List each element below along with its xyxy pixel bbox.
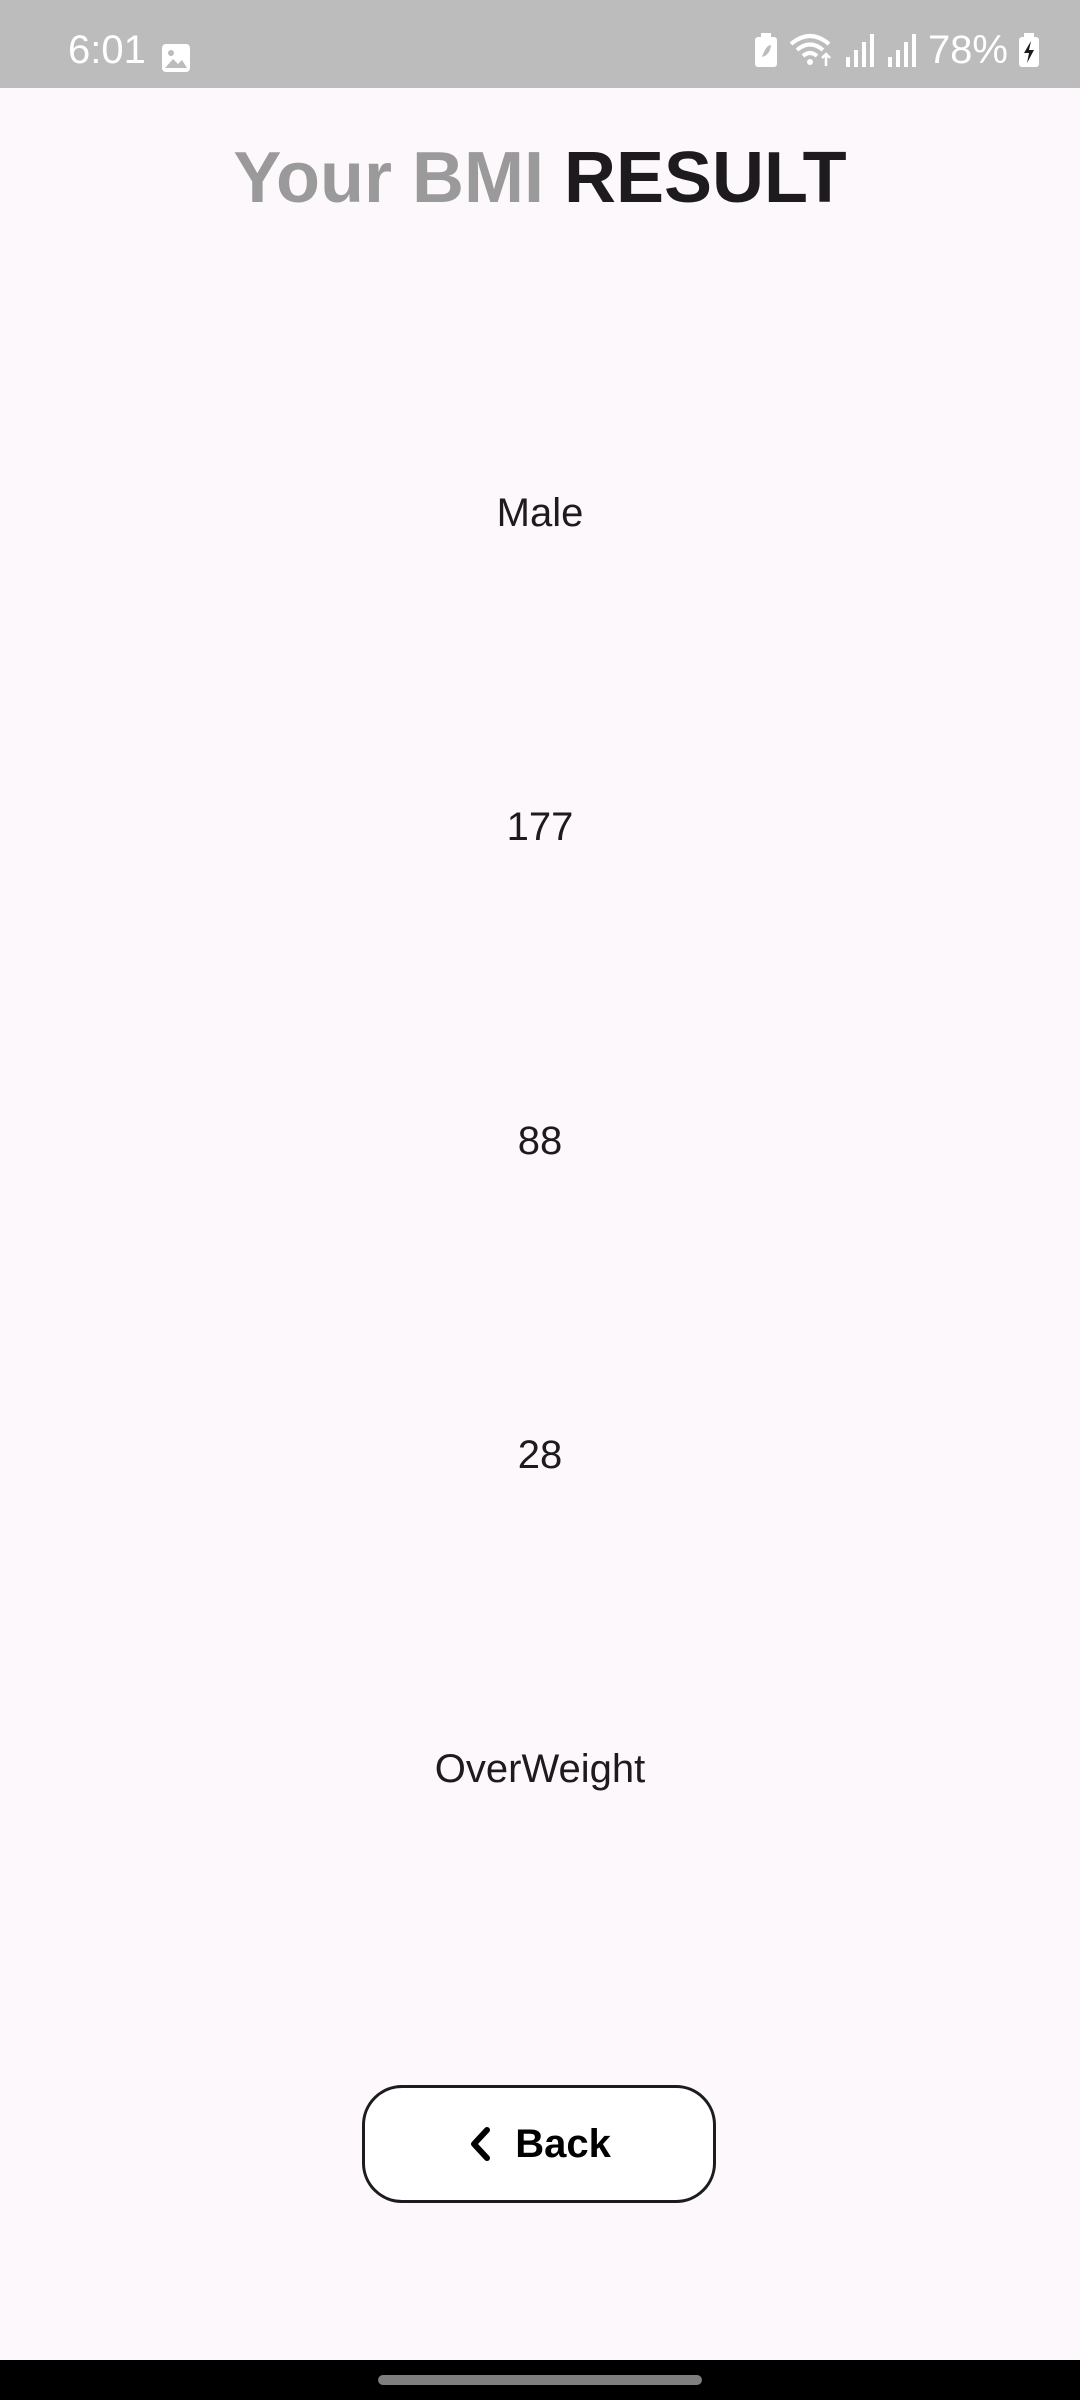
page-title: Your BMI RESULT: [0, 132, 1080, 224]
title-result: RESULT: [564, 138, 847, 218]
battery-saver-icon: [754, 33, 777, 67]
wifi-icon: [789, 34, 831, 66]
bmi-result-screen: 6:01 78% Your BMI RESULT Male 177 88 28 …: [0, 0, 1080, 2400]
signal-icon: [887, 34, 916, 67]
status-time: 6:01: [68, 28, 146, 72]
back-button-label: Back: [515, 2121, 611, 2166]
chevron-left-icon: [471, 2127, 491, 2161]
signal-icon: [845, 34, 874, 67]
home-gesture-handle[interactable]: [378, 2375, 702, 2385]
result-category: OverWeight: [434, 1747, 646, 1791]
result-bmi-value: 28: [517, 1433, 563, 1477]
gallery-icon: [162, 44, 190, 72]
result-weight: 88: [517, 1119, 563, 1163]
battery-charging-icon: [1019, 33, 1039, 67]
result-height: 177: [506, 805, 574, 849]
battery-percent: 78%: [927, 28, 1008, 72]
status-icons: 78%: [754, 28, 1040, 72]
title-your-bmi: Your BMI: [233, 138, 544, 218]
navigation-bar: [0, 2360, 1080, 2400]
result-gender: Male: [496, 491, 584, 535]
status-bar: 6:01 78%: [0, 0, 1080, 88]
back-button[interactable]: Back: [362, 2085, 716, 2203]
